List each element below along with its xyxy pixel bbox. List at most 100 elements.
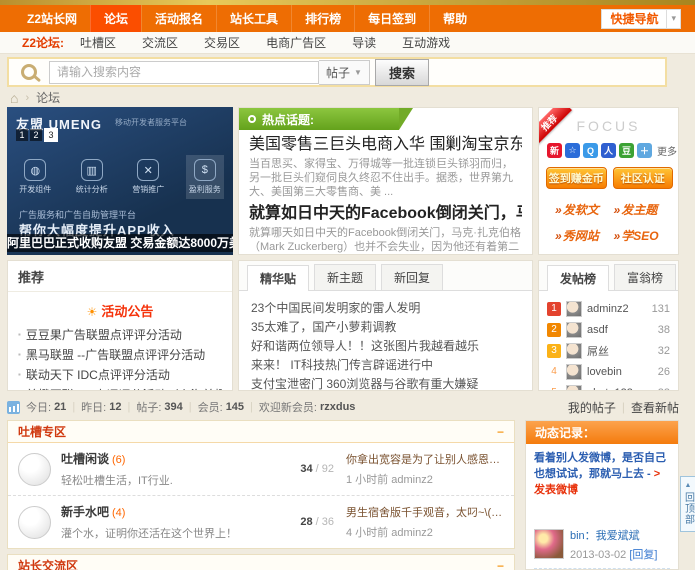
banner-feature-marketing: ✕ 营销推广 <box>129 155 167 199</box>
quick-nav-button[interactable]: 快捷导航 ▾ <box>601 8 681 29</box>
list-item[interactable]: 23个中国民间发明家的雷人发明 <box>251 299 520 318</box>
subnav-item-tucao[interactable]: 吐槽区 <box>80 34 116 51</box>
chevron-down-icon: ▼ <box>354 67 362 77</box>
dollar-icon: $ <box>193 159 216 181</box>
quick-nav-label: 快捷导航 <box>610 12 659 26</box>
subnav-item-guide[interactable]: 导读 <box>352 34 376 51</box>
back-to-top-button[interactable]: ▲ 回顶部 <box>680 476 695 532</box>
subnav-item-ecommerce-ads[interactable]: 电商广告区 <box>266 34 326 51</box>
recommend-list: 豆豆果广告联盟点评评分活动 黑马联盟 --广告联盟点评评分活动 联动天下 IDC… <box>8 325 232 390</box>
douban-icon[interactable]: 豆 <box>619 143 634 158</box>
search-button[interactable]: 搜索 <box>374 58 429 86</box>
table-row[interactable]: 1 adminz2 131 <box>547 298 670 319</box>
hot-topic-title[interactable]: 美国零售三巨头电商入华 围剿淘宝京东 <box>249 135 522 155</box>
open-shop-link[interactable]: 开网店 <box>614 253 673 254</box>
table-row[interactable]: 5 gbote123 23 <box>547 382 670 391</box>
learn-seo-link[interactable]: 学SEO <box>614 227 673 244</box>
my-posts-link[interactable]: 我的帖子 <box>568 399 616 416</box>
post-softarticle-link[interactable]: 发软文 <box>555 201 614 218</box>
slideshow-page-3[interactable]: 3 <box>44 128 58 142</box>
nav-item-help[interactable]: 帮助 <box>429 5 480 32</box>
activity-date: 2013-03-02 <box>570 549 627 561</box>
share-more-icon[interactable]: ＋ <box>637 143 652 158</box>
forum-name[interactable]: 吐槽闲谈 <box>61 452 109 466</box>
tab-new-threads[interactable]: 新主题 <box>314 264 377 290</box>
reply-link[interactable]: [回复] <box>629 549 657 561</box>
last-post-title[interactable]: 你拿出宽容是为了让别人感恩你的 ... <box>346 451 504 467</box>
community-verify-button[interactable]: 社区认证 <box>612 167 673 189</box>
table-row[interactable]: 3 屌丝 32 <box>547 340 670 361</box>
nav-item-home[interactable]: Z2站长网 <box>14 5 90 32</box>
nav-item-daily-checkin[interactable]: 每日签到 <box>354 5 429 32</box>
search-input[interactable] <box>49 60 319 84</box>
hot-topic-title[interactable]: 就算如日中天的Facebook倒闭关门，马克·扎 <box>249 204 522 224</box>
rank-badge: 1 <box>547 301 561 316</box>
slideshow-page-2[interactable]: 2 <box>30 129 42 141</box>
list-item[interactable]: 豆豆果广告联盟点评评分活动 <box>18 325 222 345</box>
sina-weibo-icon[interactable]: 新 <box>547 143 562 158</box>
forum-description: 轻松吐槽生活，IT行业. <box>61 475 173 487</box>
breadcrumb-current[interactable]: 论坛 <box>36 89 60 106</box>
avatar <box>566 300 582 317</box>
list-item[interactable]: 35太难了，国产小萝莉调教 <box>251 318 520 337</box>
nav-item-webmaster-tools[interactable]: 站长工具 <box>216 5 291 32</box>
table-row[interactable]: 2 asdf 38 <box>547 319 670 340</box>
search-scope-select[interactable]: 帖子 ▼ <box>319 59 370 85</box>
table-row[interactable]: 4 lovebin 26 <box>547 361 670 382</box>
tab-digest-posts[interactable]: 精华贴 <box>247 265 310 291</box>
list-item[interactable]: 联动天下 IDC点评评分活动 <box>18 365 222 385</box>
collapse-icon[interactable]: − <box>497 425 504 439</box>
list-item[interactable]: 支付宝泄密门 360浏览器与谷歌有重大嫌疑 <box>251 375 520 390</box>
rank-badge: 3 <box>547 343 561 358</box>
subnav-item-trade[interactable]: 交易区 <box>204 34 240 51</box>
category-title[interactable]: 站长交流区 <box>18 557 78 570</box>
show-site-link[interactable]: 秀网站 <box>555 227 614 244</box>
subnav-item-games[interactable]: 互动游戏 <box>402 34 450 51</box>
circle-icon <box>248 115 256 123</box>
collapse-icon[interactable]: − <box>497 559 504 570</box>
search-bar: 帖子 ▼ 搜索 <box>7 57 667 87</box>
stats-yesterday-value: 12 <box>109 401 122 413</box>
list-item[interactable]: 黑马联盟 --广告联盟点评评分活动 <box>18 345 222 365</box>
list-item[interactable]: 美橙互联IDC点评评分活动（上海美橙科技） <box>18 385 222 390</box>
stats-today-value: 21 <box>54 401 67 413</box>
home-icon[interactable]: ⌂ <box>10 90 18 106</box>
post-thread-link[interactable]: 发主题 <box>614 201 673 218</box>
tencent-weibo-icon[interactable]: Q <box>583 143 598 158</box>
slideshow-caption[interactable]: 阿里巴巴正式收购友盟 交易金额达8000万美 <box>7 234 233 252</box>
list-item[interactable]: 来来！ IT科技热门传言辟谣进行中 <box>251 356 520 375</box>
activity-text[interactable]: bin：我爱斌斌 <box>570 529 657 543</box>
signin-earn-coins-button[interactable]: 签到赚金币 <box>546 167 607 189</box>
qzone-icon[interactable]: ☆ <box>565 143 580 158</box>
forum-name[interactable]: 新手水吧 <box>61 505 109 519</box>
forum-row-tucao-chat[interactable]: 吐槽闲谈 (6) 轻松吐槽生活，IT行业. 34 / 92 你拿出宽容是为了让别人… <box>8 443 514 495</box>
view-new-posts-link[interactable]: 查看新帖 <box>631 399 679 416</box>
forum-row-newbie-water[interactable]: 新手水吧 (4) 灌个水，证明你还活在这个世界上！ 28 / 36 男生宿舍版千手… <box>8 495 514 548</box>
chevron-down-icon[interactable]: ▾ <box>666 9 680 28</box>
slideshow-page-1[interactable]: 1 <box>16 129 28 141</box>
tab-rich-ranking[interactable]: 富翁榜 <box>614 264 677 290</box>
nav-item-activity-signup[interactable]: 活动报名 <box>141 5 216 32</box>
tab-post-ranking[interactable]: 发帖榜 <box>547 265 610 291</box>
sun-icon: ☀ <box>86 305 98 319</box>
digest-panel: 精华贴 新主题 新回复 23个中国民间发明家的雷人发明 35太难了，国产小萝莉调… <box>238 260 533 391</box>
avatar[interactable] <box>534 529 564 559</box>
hot-topics-header: 热点话题: <box>239 108 532 130</box>
hot-topic-item[interactable]: 美国零售三巨头电商入华 围剿淘宝京东 当百思买、家得宝、万得城等一批连锁巨头铩羽… <box>239 130 532 199</box>
more-link[interactable]: 更多 <box>657 143 677 158</box>
list-item[interactable]: 好和谐两位领导人！！这张图片我越看越乐 <box>251 337 520 356</box>
post-trade-link[interactable]: 发交易 <box>555 253 614 254</box>
tab-new-replies[interactable]: 新回复 <box>381 264 444 290</box>
banner-feature-dev: ◍ 开发组件 <box>16 155 54 199</box>
category-title[interactable]: 吐槽专区 <box>18 423 66 440</box>
subnav-item-exchange[interactable]: 交流区 <box>142 34 178 51</box>
rank-badge: 5 <box>547 386 561 391</box>
nav-item-forum[interactable]: 论坛 <box>90 5 142 32</box>
renren-icon[interactable]: 人 <box>601 143 616 158</box>
ad-slideshow-banner[interactable]: 友盟 UMENG 移动开发者服务平台 1 2 3 ◍ 开发组件 ▥ 统计分析 ✕… <box>7 107 233 255</box>
hot-topic-item[interactable]: 就算如日中天的Facebook倒闭关门，马克·扎 就算哪天如日中天的Facebo… <box>239 199 532 254</box>
newest-member-link[interactable]: rzxdus <box>320 401 355 413</box>
category-tucao-zone: 吐槽专区 − 吐槽闲谈 (6) 轻松吐槽生活，IT行业. 34 / 92 你拿出宽… <box>7 420 515 549</box>
last-post-title[interactable]: 男生宿舍版千手观音，太叼~\(≥▽ ... <box>346 504 504 520</box>
nav-item-ranking[interactable]: 排行榜 <box>291 5 354 32</box>
